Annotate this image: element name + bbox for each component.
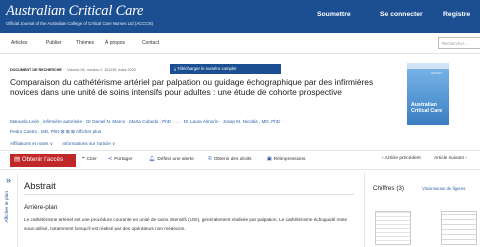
sub-navigation: Articles Publier Thèmes À propos Contact… bbox=[0, 33, 480, 54]
author-list: Manuela León , infirmière autorisée · Dr… bbox=[10, 117, 406, 136]
authors-line-2[interactable]: Pedro Castro , MD, PhD ⊠ ⊠ ⊠ Afficher pl… bbox=[10, 127, 406, 137]
figures-heading: Chiffres (3) bbox=[373, 185, 405, 192]
site-header: Australian Critical Care Official Journa… bbox=[0, 0, 480, 33]
figure-thumbnail[interactable] bbox=[375, 211, 411, 245]
copyright-icon: © bbox=[208, 156, 212, 162]
nav-contact[interactable]: Contact bbox=[142, 40, 159, 46]
figure-thumbnail[interactable] bbox=[441, 211, 477, 245]
cover-title: Australian Critical Care bbox=[411, 102, 443, 114]
action-bar: ▤ Obtenir l'accès ❝ Citer ≺ Portager 🔔︎ Déf… bbox=[0, 150, 480, 170]
background-heading: Arrière-plan bbox=[24, 204, 58, 211]
divider bbox=[24, 194, 354, 195]
pdf-icon: ▤ bbox=[14, 156, 22, 163]
logo-subtitle: Official Journal of the Australian Colle… bbox=[6, 21, 154, 26]
authors-line-1[interactable]: Manuela León , infirmière autorisée · Dr… bbox=[10, 117, 406, 127]
submit-link[interactable]: Soumettre bbox=[317, 11, 351, 18]
volume-info[interactable]: · Volume 38, numéro 2, 101135, mars 2025 bbox=[65, 68, 136, 72]
double-chevron-right-icon: » bbox=[6, 175, 12, 185]
prev-label: Article précédent bbox=[384, 156, 421, 161]
abstract-text: Le cathétérisme artériel est une procédu… bbox=[24, 217, 348, 231]
abstract-heading: Abstrait bbox=[24, 180, 56, 191]
article-info-toggle[interactable]: Informations sur l'article ∨ bbox=[62, 141, 115, 146]
download-issue-button[interactable]: ⤓ Télécharger le numéro complet bbox=[170, 64, 281, 74]
cite-label: Citer bbox=[86, 157, 97, 162]
get-access-label: Obtenir l'accès bbox=[21, 156, 64, 163]
cover-top-bar bbox=[407, 63, 449, 69]
nav-articles[interactable]: Articles bbox=[11, 40, 27, 46]
next-article-link[interactable]: Article suivant › bbox=[434, 156, 467, 161]
rights-label: Obtenir des droits bbox=[213, 157, 252, 162]
article-meta-links: Affiliations et notes ∨ Informations sur… bbox=[10, 141, 115, 147]
get-rights-button[interactable]: © Obtenir des droits bbox=[208, 156, 252, 162]
logo-title: Australian Critical Care bbox=[6, 3, 144, 19]
journal-cover[interactable]: ACCCN Australian Critical Care bbox=[407, 63, 449, 125]
nav-themes[interactable]: Thèmes bbox=[76, 40, 94, 46]
alert-label: Définir une alerte bbox=[157, 157, 194, 162]
outline-side-tab[interactable]: » Afficher le plan bbox=[0, 173, 18, 247]
cite-button[interactable]: ❝ Citer bbox=[82, 156, 97, 162]
next-label: Article suivant bbox=[434, 156, 464, 161]
nav-publish[interactable]: Publier bbox=[46, 40, 62, 46]
figures-panel: Chiffres (3) Visionneuse de figures bbox=[364, 173, 480, 247]
journal-logo[interactable]: Australian Critical Care Official Journa… bbox=[6, 3, 153, 27]
register-link[interactable]: Registre bbox=[443, 11, 470, 18]
reprint-icon: ▣ bbox=[267, 156, 272, 162]
bell-icon: 🔔︎ bbox=[149, 156, 156, 162]
quote-icon: ❝ bbox=[82, 156, 85, 162]
cover-logo: ACCCN bbox=[431, 71, 442, 75]
document-type: DOCUMENT DE RECHERCHE bbox=[10, 68, 62, 72]
search-input[interactable]: Rechercher... bbox=[438, 37, 480, 49]
nav-about[interactable]: À propos bbox=[105, 40, 125, 46]
document-info: DOCUMENT DE RECHERCHE · Volume 38, numéro… bbox=[10, 68, 136, 72]
reprints-label: Réimpressions bbox=[273, 157, 306, 162]
download-label: Télécharger le numéro complet bbox=[177, 66, 237, 71]
get-access-button[interactable]: ▤ Obtenir l'accès bbox=[10, 154, 76, 167]
chevron-right-icon: › bbox=[463, 156, 467, 161]
affiliations-toggle[interactable]: Affiliations et notes ∨ bbox=[10, 141, 53, 146]
set-alert-button[interactable]: 🔔︎ Définir une alerte bbox=[149, 156, 194, 162]
figure-viewer-link[interactable]: Visionneuse de figures bbox=[422, 186, 465, 191]
share-icon: ≺ bbox=[108, 156, 113, 162]
previous-article-link[interactable]: ‹ Article précédent bbox=[382, 156, 421, 161]
reprints-button[interactable]: ▣ Réimpressions bbox=[267, 156, 305, 162]
share-label: Portager bbox=[114, 157, 133, 162]
share-button[interactable]: ≺ Portager bbox=[108, 156, 133, 162]
article-title: Comparaison du cathétérisme artériel par… bbox=[10, 77, 374, 98]
outline-label: Afficher le plan bbox=[5, 191, 10, 223]
login-link[interactable]: Se connecter bbox=[380, 11, 423, 18]
